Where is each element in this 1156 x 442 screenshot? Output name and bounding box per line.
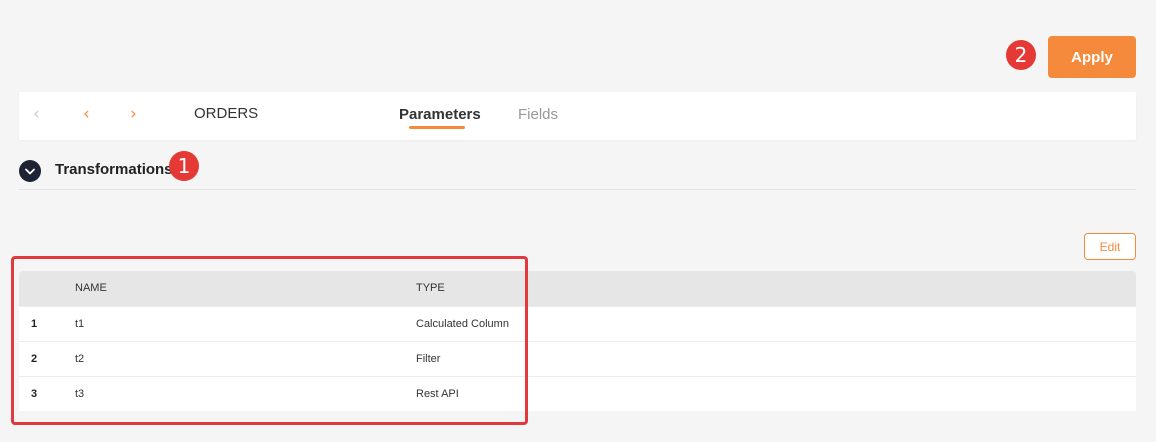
annotation-badge-2: 2 (1006, 40, 1036, 70)
row-name: t3 (75, 388, 85, 400)
transformations-table: NAME TYPE 1 t1 Calculated Column 2 t2 Fi… (19, 271, 1136, 411)
chevron-right-icon[interactable]: › (130, 104, 137, 124)
column-header-name[interactable]: NAME (75, 271, 107, 306)
row-type: Filter (416, 353, 441, 365)
annotation-badge-1: 1 (169, 151, 199, 181)
table-row[interactable]: 3 t3 Rest API (19, 376, 1136, 411)
tab-fields[interactable]: Fields (518, 106, 558, 123)
row-index: 3 (31, 388, 38, 400)
page-title: ORDERS (194, 105, 259, 122)
table-header: NAME TYPE (19, 271, 1136, 306)
apply-button[interactable]: Apply (1048, 36, 1136, 78)
collapse-toggle-button[interactable] (19, 160, 41, 182)
section-title: Transformations (55, 161, 173, 178)
row-name: t1 (75, 318, 85, 330)
section-divider (19, 189, 1136, 190)
column-header-type[interactable]: TYPE (416, 271, 445, 306)
chevron-down-icon (25, 168, 35, 175)
row-type: Calculated Column (416, 318, 509, 330)
row-name: t2 (75, 353, 85, 365)
edit-button[interactable]: Edit (1084, 233, 1136, 260)
table-row[interactable]: 1 t1 Calculated Column (19, 306, 1136, 341)
navigation-bar: ‹ ‹ › ORDERS Parameters Fields (19, 92, 1136, 140)
active-tab-indicator (409, 126, 465, 129)
tab-parameters[interactable]: Parameters (399, 106, 481, 123)
row-index: 1 (31, 318, 38, 330)
table-row[interactable]: 2 t2 Filter (19, 341, 1136, 376)
chevron-left-disabled-icon[interactable]: ‹ (33, 104, 40, 124)
row-index: 2 (31, 353, 38, 365)
chevron-left-icon[interactable]: ‹ (83, 104, 90, 124)
row-type: Rest API (416, 388, 459, 400)
